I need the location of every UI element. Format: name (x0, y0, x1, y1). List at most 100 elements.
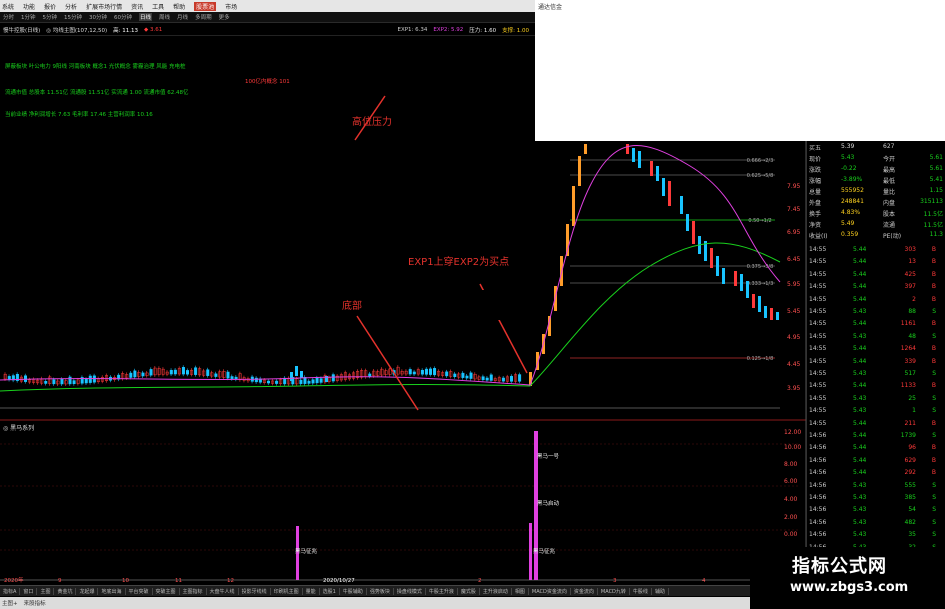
annotation-high-pressure: 高位压力 (352, 117, 392, 128)
period-toolbar: 分时 1分钟 5分钟 15分钟 30分钟 60分钟 日线 周线 月线 多周期 更多 (0, 12, 535, 23)
app-name: 通达信金 (538, 4, 563, 11)
period-tab[interactable]: 更多 (219, 13, 230, 21)
quote-right-value: 11.5亿 (923, 211, 943, 218)
menu-item[interactable]: 系统 (2, 2, 14, 11)
period-tab[interactable]: 15分钟 (64, 13, 82, 21)
menu-item[interactable]: 市场 (225, 2, 237, 11)
menu-item[interactable]: 工具 (152, 2, 164, 11)
candle (429, 368, 432, 375)
indicator-tab[interactable]: 龙起爆 (76, 587, 99, 595)
period-tab[interactable]: 周线 (159, 13, 170, 21)
indicator-tab[interactable]: 投影牙线线 (239, 587, 271, 595)
indicator-tab[interactable]: 牛股线 (630, 587, 652, 595)
indicator-tab[interactable]: 地底出海 (98, 587, 126, 595)
candle (141, 372, 145, 377)
period-tab[interactable]: 1分钟 (21, 13, 36, 21)
indicator-tab[interactable]: 魔式股 (458, 587, 480, 595)
quote-row: 涨幅 -3.89% 最低 5.41 (807, 176, 945, 187)
tick-price: 5.43 (853, 506, 867, 514)
indicator-tab[interactable]: 量能 (303, 587, 320, 595)
candle (465, 375, 469, 379)
indicator-tab[interactable]: 强势板块 (367, 587, 394, 595)
indicator-tab[interactable]: 操盘线模式 (394, 587, 426, 595)
menu-item[interactable]: 功能 (23, 2, 35, 11)
indicator-tab[interactable]: 黄金坑 (54, 587, 77, 595)
indicator-tab[interactable]: 主图 (37, 587, 55, 595)
period-tab[interactable]: 日线 (139, 13, 153, 21)
period-tab[interactable]: 30分钟 (89, 13, 107, 21)
period-tab[interactable]: 月线 (177, 13, 188, 21)
quote-label: 涨跌 (809, 167, 822, 174)
decline-candle (722, 268, 725, 284)
indicator-tab[interactable]: 窗口 (20, 587, 38, 595)
tick-price: 5.43 (853, 332, 867, 340)
tick-row: 14:55 5.44 339 B (807, 358, 945, 369)
tick-row: 14:55 5.44 2 B (807, 296, 945, 307)
tick-volume: 1264 (900, 345, 916, 353)
bottom-candle (300, 371, 303, 378)
indicator-tab[interactable]: MACD九转 (598, 587, 630, 595)
decline-candle (710, 248, 713, 268)
tick-time: 14:55 (809, 419, 827, 427)
indicator-tab[interactable]: MACD资金流向 (529, 587, 571, 595)
ma-value: ◆ 3.61 (144, 26, 163, 33)
indicator-tab[interactable]: 主图指标 (180, 587, 207, 595)
tick-price: 5.43 (853, 370, 867, 377)
tick-time: 14:56 (809, 432, 827, 439)
quote-label: 总量 (809, 189, 822, 196)
indicator-tab[interactable]: 平台突破 (126, 587, 153, 595)
tick-row: 14:55 5.44 303 B (807, 246, 945, 257)
indicator-tab[interactable]: 指标A (0, 587, 21, 595)
tick-price: 5.44 (853, 456, 867, 464)
tick-time: 14:55 (809, 258, 827, 266)
indicator-tab[interactable]: 辅助 (652, 587, 669, 595)
tick-volume: 385 (904, 494, 916, 501)
exp1-value: EXP1: 6.34 (397, 26, 428, 33)
candle (44, 380, 48, 384)
indicator-tab[interactable]: 资金流向 (571, 587, 598, 595)
indicator-tab[interactable]: 大盘牛人线 (207, 587, 239, 595)
indicator-tab[interactable]: 印刷机主图 (271, 587, 303, 595)
tick-side: B (931, 456, 936, 464)
tick-row: 14:55 5.44 1161 B (807, 320, 945, 331)
period-tab[interactable]: 分时 (3, 13, 14, 21)
menu-item[interactable]: 分析 (65, 2, 77, 11)
tick-time: 14:56 (809, 506, 827, 514)
indicator-tab[interactable]: 主升浪启动 (480, 587, 512, 595)
tick-row: 14:56 5.43 35 S (807, 531, 945, 542)
candle (331, 374, 335, 382)
formula-name[interactable]: ◎ 均线主图(107,12,50) (46, 26, 107, 34)
candle (133, 370, 137, 378)
sub-axis-label: 4.00 (784, 496, 798, 503)
candle (72, 380, 76, 384)
indicator-tab[interactable]: 选股1 (320, 587, 340, 595)
price-axis-label: 6.45 (787, 256, 801, 263)
candle (481, 376, 485, 381)
period-tab[interactable]: 多周期 (195, 13, 212, 21)
quote-right-value: 5.41 (929, 176, 943, 183)
date-axis-label: 2 (478, 578, 482, 584)
tick-row: 14:56 5.43 482 S (807, 519, 945, 530)
menu-item[interactable]: 帮助 (173, 2, 185, 11)
sub-axis-label: 6.00 (784, 478, 798, 485)
tick-side: B (931, 357, 936, 365)
menu-item[interactable]: 报价 (44, 2, 56, 11)
candle (311, 379, 315, 384)
indicator-tab[interactable]: 牛股辅助 (340, 587, 367, 595)
menu-item[interactable]: 资讯 (131, 2, 143, 11)
indicator-tab[interactable]: 相图 (512, 587, 529, 595)
tick-time: 14:55 (809, 283, 827, 291)
period-tab[interactable]: 60分钟 (114, 13, 132, 21)
menu-item[interactable]: 股票池 (194, 1, 217, 11)
tick-price: 5.44 (853, 469, 867, 477)
indicator-tab[interactable]: 牛股主升浪 (426, 587, 458, 595)
quote-row: 买五 5.39 627 (807, 143, 945, 154)
tick-volume: 1133 (900, 382, 916, 390)
tick-time: 14:55 (809, 407, 827, 415)
period-tab[interactable]: 5分钟 (43, 13, 58, 21)
tick-price: 5.44 (853, 270, 867, 278)
decline-candle (680, 196, 683, 214)
indicator-tab[interactable]: 突破主图 (153, 587, 180, 595)
tick-side: S (932, 494, 936, 501)
menu-item[interactable]: 扩展市场行情 (86, 2, 122, 11)
